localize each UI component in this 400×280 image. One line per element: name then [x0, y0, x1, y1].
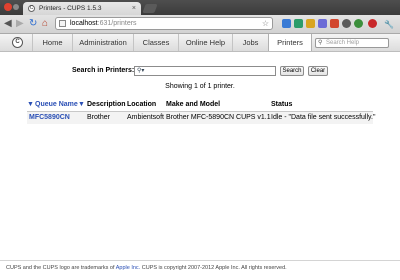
- footer: CUPS and the CUPS logo are trademarks of…: [0, 263, 400, 273]
- new-tab-button[interactable]: [142, 4, 158, 13]
- extension-5-icon[interactable]: [342, 19, 351, 28]
- tab-administration[interactable]: Administration: [72, 34, 133, 51]
- printer-make-model: Brother MFC-5890CN CUPS v1.1: [166, 114, 271, 121]
- search-field-icon: ⚲▾: [137, 68, 145, 74]
- back-icon[interactable]: ◀: [4, 18, 12, 30]
- tab-title: Printers - CUPS 1.5.3: [39, 5, 102, 12]
- sort-arrow-right-icon[interactable]: ▼: [78, 101, 85, 108]
- tab-close-icon[interactable]: ×: [132, 2, 136, 15]
- close-window-button[interactable]: [4, 3, 12, 11]
- printer-status: Idle - "Data file sent successfully.": [271, 114, 376, 121]
- extension-3-icon[interactable]: [306, 19, 315, 28]
- column-header-queue-name[interactable]: Queue Name: [35, 101, 78, 108]
- wrench-menu-icon[interactable]: 🔧: [384, 19, 394, 31]
- footer-divider: [0, 260, 400, 261]
- url-path: :631/printers: [97, 20, 137, 27]
- printer-search-input[interactable]: ⚲▾: [134, 66, 276, 76]
- results-count: Showing 1 of 1 printer.: [165, 83, 235, 90]
- browser-window: C Printers - CUPS 1.5.3 × ◀ ▶ ↻ ⌂ localh…: [0, 0, 400, 280]
- extension-4-icon[interactable]: [318, 19, 327, 28]
- browser-tab[interactable]: C Printers - CUPS 1.5.3 ×: [23, 2, 141, 15]
- search-button[interactable]: Search: [280, 66, 304, 76]
- extension-2-icon[interactable]: [294, 19, 303, 28]
- tab-classes[interactable]: Classes: [133, 34, 178, 51]
- column-header-description: Description: [87, 101, 126, 108]
- minimize-window-button[interactable]: [13, 4, 19, 10]
- column-header-location: Location: [127, 101, 157, 108]
- search-label: Search in Printers:: [72, 67, 135, 74]
- help-search-input[interactable]: ⚲ Search Help: [315, 38, 389, 48]
- column-header-make-model: Make and Model: [166, 101, 221, 108]
- apple-link[interactable]: Apple Inc.: [116, 265, 140, 271]
- url-host: localhost: [70, 20, 98, 27]
- column-header-status: Status: [271, 101, 293, 108]
- extension-1-icon[interactable]: [282, 19, 291, 28]
- help-search-placeholder: Search Help: [326, 40, 360, 46]
- printer-location: Ambientsoft: [127, 114, 164, 121]
- printer-search-row: Search in Printers: ⚲▾ Search Clear: [0, 66, 400, 78]
- printer-queue-link[interactable]: MFC5890CN: [29, 114, 70, 121]
- footer-text-end: CUPS is copyright 2007-2012 Apple Inc. A…: [140, 265, 287, 271]
- bookmark-star-icon[interactable]: ☆: [262, 18, 269, 29]
- tab-printers[interactable]: Printers: [268, 34, 312, 51]
- title-bar: C Printers - CUPS 1.5.3 ×: [0, 0, 400, 15]
- tab-home[interactable]: Home: [32, 34, 72, 51]
- page-icon: [59, 20, 66, 27]
- reload-icon[interactable]: ↻: [29, 18, 37, 30]
- gmail-extension-icon[interactable]: [330, 19, 339, 28]
- forward-icon[interactable]: ▶: [16, 18, 24, 30]
- extension-7-icon[interactable]: [368, 19, 377, 28]
- extension-6-icon[interactable]: [354, 19, 363, 28]
- tab-online-help[interactable]: Online Help: [178, 34, 232, 51]
- clear-button[interactable]: Clear: [308, 66, 328, 76]
- search-icon: ⚲: [318, 40, 323, 46]
- printer-description: Brother: [87, 114, 110, 121]
- cups-nav-bar: C Home Administration Classes Online Hel…: [0, 34, 400, 52]
- home-icon[interactable]: ⌂: [42, 18, 48, 30]
- sort-arrow-left-icon[interactable]: ▼: [27, 101, 34, 108]
- cups-favicon-icon: C: [28, 5, 35, 12]
- browser-toolbar: ◀ ▶ ↻ ⌂ localhost:631/printers ☆ 🔧: [0, 15, 400, 34]
- footer-text-start: CUPS and the CUPS logo are trademarks of: [6, 265, 116, 271]
- cups-logo-icon[interactable]: C: [12, 37, 23, 48]
- address-bar[interactable]: localhost:631/printers ☆: [55, 17, 273, 30]
- tab-jobs[interactable]: Jobs: [232, 34, 268, 51]
